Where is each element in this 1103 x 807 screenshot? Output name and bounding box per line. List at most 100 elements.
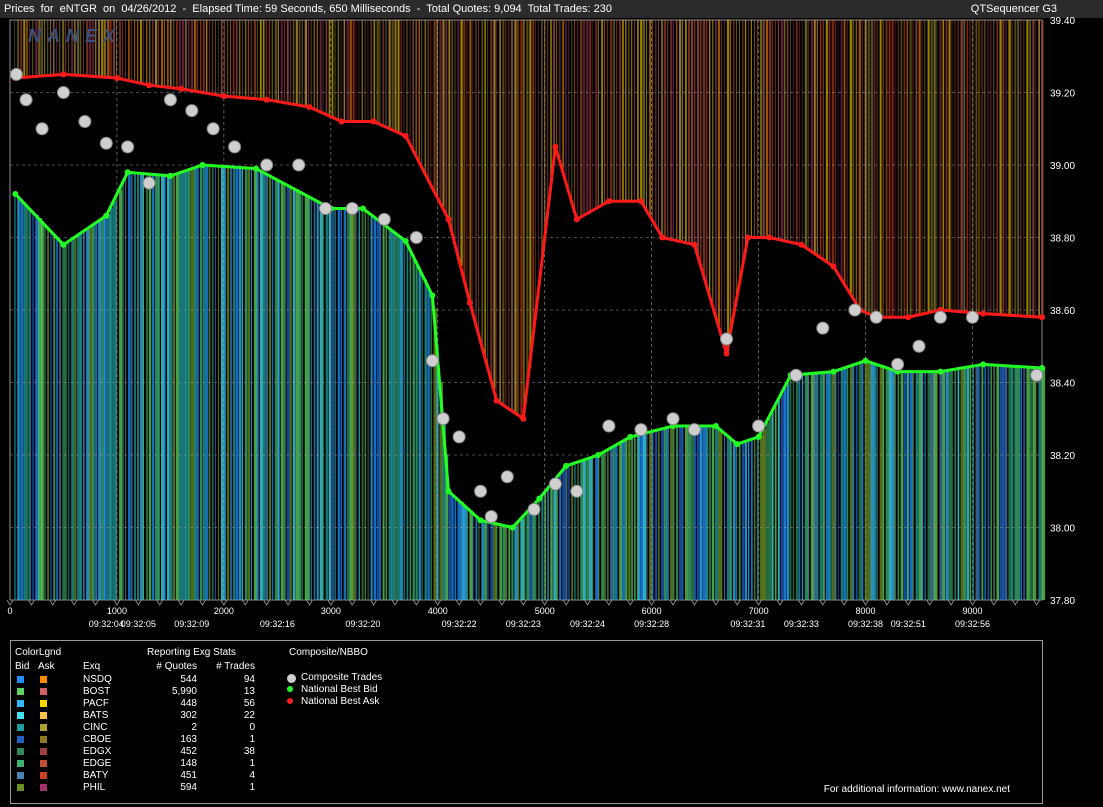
bid-bar	[559, 474, 562, 600]
ask-bar	[792, 20, 794, 243]
exchange-name: CINC	[83, 722, 108, 733]
series-point	[142, 176, 156, 190]
ask-bar	[161, 20, 164, 87]
bid-bar	[903, 371, 907, 600]
ask-bar	[388, 20, 391, 129]
ask-bar	[250, 20, 252, 99]
series-point	[474, 484, 488, 498]
bid-bar	[723, 432, 726, 600]
ask-bar	[601, 20, 603, 206]
trade-count: 22	[243, 710, 255, 721]
ask-bar	[858, 20, 861, 308]
bid-bar	[454, 496, 457, 600]
series-point	[409, 231, 423, 244]
ask-bar	[352, 20, 355, 122]
trade-count: 13	[243, 686, 255, 697]
ask-bar	[481, 20, 484, 346]
bid-bar	[978, 365, 981, 600]
time-label: 09:32:23	[506, 619, 541, 629]
x-tick-mark	[92, 599, 99, 606]
exchange-name: PHIL	[83, 782, 106, 793]
ask-bar	[403, 20, 405, 136]
series-point	[318, 202, 332, 215]
x-tick-mark	[134, 599, 142, 606]
x-tick-mark	[306, 599, 313, 606]
ask-bar	[667, 20, 669, 239]
series-point	[965, 310, 979, 324]
bid-bar	[71, 239, 75, 600]
bid-bar	[56, 237, 58, 600]
x-tick-mark	[904, 599, 912, 606]
ask-bar	[822, 20, 824, 260]
footer-link[interactable]: For additional information: www.nanex.ne…	[824, 784, 1010, 796]
ask-bar	[175, 20, 178, 89]
x-tick-mark	[883, 599, 891, 606]
ask-bar	[729, 20, 732, 335]
bid-bar	[1005, 365, 1008, 600]
x-tick-label: 6000	[642, 606, 662, 616]
ask-swatch	[40, 676, 47, 683]
ask-bar	[849, 20, 852, 293]
x-tick-label: 1000	[107, 606, 127, 616]
bid-bar	[1014, 366, 1018, 600]
ask-bar	[930, 20, 933, 313]
bid-bar	[975, 365, 979, 600]
ask-bar	[140, 20, 143, 84]
nbbo-legend-label: National Best Ask	[301, 696, 380, 707]
bid-bar	[711, 426, 715, 600]
ask-bar	[664, 20, 666, 238]
bid-bar	[364, 209, 367, 600]
bid-bar	[951, 369, 953, 600]
bid-bar	[119, 189, 123, 600]
bid-bar	[466, 507, 468, 600]
bid-bar	[481, 520, 485, 600]
ask-bar	[688, 20, 690, 244]
bid-bar	[750, 439, 753, 600]
bid-bar	[792, 375, 795, 600]
bid-bar	[912, 371, 914, 600]
ask-bar	[493, 20, 496, 389]
bid-bar	[340, 208, 342, 600]
ask-bar	[196, 20, 199, 92]
ask-bar	[951, 20, 953, 311]
bid-bar	[110, 207, 113, 601]
series-point	[891, 357, 905, 371]
ask-bar	[1014, 20, 1017, 316]
bid-bar	[331, 208, 335, 600]
ask-bar	[505, 20, 507, 407]
ask-bar	[499, 20, 501, 403]
bid-bar	[316, 200, 319, 600]
bid-bar	[795, 374, 799, 600]
bid-bar	[184, 170, 189, 600]
series-point	[178, 85, 185, 92]
bid-bar	[190, 168, 195, 601]
ask-bar	[855, 20, 857, 303]
series-point	[570, 484, 584, 498]
series-point	[124, 169, 131, 176]
bid-bar	[900, 371, 904, 600]
exchange-name: EDGX	[83, 746, 112, 757]
bid-bar	[987, 364, 990, 600]
series-point	[60, 71, 67, 78]
bid-bar	[128, 172, 131, 600]
x-tick-mark	[541, 599, 549, 606]
ask-bar	[1041, 20, 1044, 318]
bid-bar	[1023, 366, 1025, 600]
bid-bar	[352, 208, 356, 600]
series-point	[338, 118, 345, 125]
ask-bar	[286, 20, 289, 104]
bid-bar	[634, 435, 636, 600]
ask-bar	[484, 20, 486, 356]
time-label: 09:32:24	[570, 619, 605, 629]
y-tick-label: 38.80	[1050, 234, 1075, 245]
series-point	[19, 93, 33, 107]
bid-bar	[47, 227, 49, 600]
series-point	[306, 104, 313, 110]
bid-bar	[397, 234, 401, 600]
bid-bar	[628, 438, 631, 600]
ask-bar	[885, 20, 888, 318]
x-tick-mark	[477, 599, 484, 606]
x-tick-mark	[434, 599, 442, 606]
bid-bar	[888, 368, 892, 600]
ask-bar	[984, 20, 986, 314]
